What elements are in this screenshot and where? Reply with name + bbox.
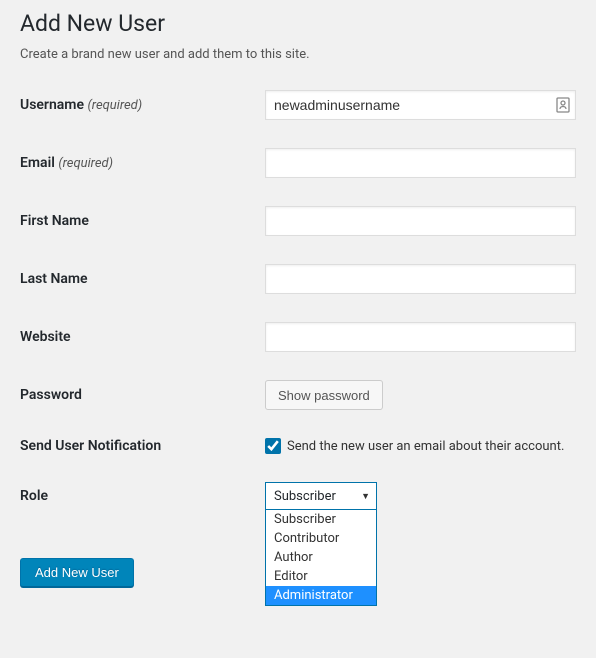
website-input[interactable] [265, 322, 576, 352]
notification-label: Send User Notification [20, 438, 265, 454]
first-name-input[interactable] [265, 206, 576, 236]
role-dropdown: SubscriberContributorAuthorEditorAdminis… [265, 510, 377, 606]
password-label: Password [20, 387, 265, 403]
role-option[interactable]: Author [266, 548, 376, 567]
website-label: Website [20, 329, 265, 345]
username-input[interactable] [265, 90, 576, 120]
username-label: Username (required) [20, 97, 265, 113]
autofill-icon [556, 97, 570, 113]
role-option[interactable]: Contributor [266, 529, 376, 548]
role-select[interactable]: Subscriber ▼ [265, 482, 377, 510]
last-name-input[interactable] [265, 264, 576, 294]
role-option[interactable]: Subscriber [266, 510, 376, 529]
role-option[interactable]: Editor [266, 567, 376, 586]
role-option[interactable]: Administrator [266, 586, 376, 605]
first-name-label: First Name [20, 213, 265, 229]
email-label: Email (required) [20, 155, 265, 171]
notification-checkbox[interactable] [265, 438, 281, 454]
email-input[interactable] [265, 148, 576, 178]
page-subtitle: Create a brand new user and add them to … [20, 47, 576, 62]
show-password-button[interactable]: Show password [265, 380, 383, 410]
role-label: Role [20, 488, 265, 504]
page-title: Add New User [20, 10, 576, 37]
add-new-user-button[interactable]: Add New User [20, 558, 134, 587]
notification-checkbox-label: Send the new user an email about their a… [287, 439, 564, 454]
add-user-form: Username (required) Email (required) Fir… [20, 90, 576, 510]
last-name-label: Last Name [20, 271, 265, 287]
chevron-down-icon: ▼ [361, 491, 370, 502]
